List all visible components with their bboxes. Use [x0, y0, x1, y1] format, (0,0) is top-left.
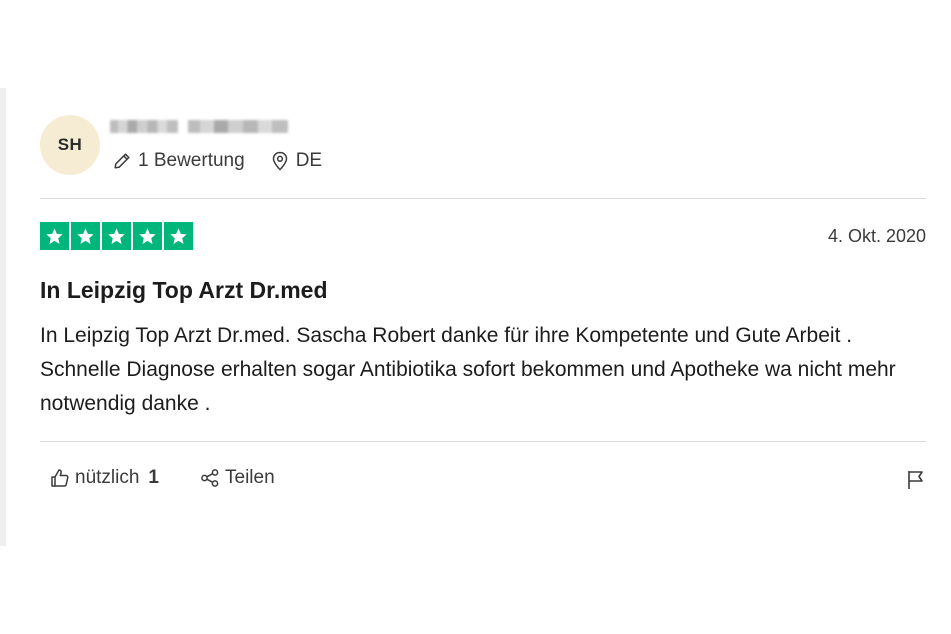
- star-box: [71, 222, 100, 250]
- review-body-line: Schnelle Diagnose erhalten sogar Antibio…: [40, 358, 896, 415]
- star-box: [102, 222, 131, 250]
- left-border: [0, 88, 6, 546]
- star-box: [164, 222, 193, 250]
- pencil-icon: [114, 153, 130, 169]
- rating-row: 4. Okt. 2020: [40, 199, 926, 275]
- useful-label: nützlich: [75, 467, 140, 488]
- share-button[interactable]: Teilen: [200, 467, 275, 489]
- flag-icon: [908, 471, 923, 489]
- review-card: SH 1 Bewertung DE 4. Okt. 2020 In Leipzi…: [40, 100, 926, 514]
- review-actions: nützlich 1 Teilen: [40, 442, 926, 514]
- reviewer-name-redacted[interactable]: [110, 120, 288, 133]
- thumbs-up-icon: [51, 469, 69, 487]
- review-body: In Leipzig Top Arzt Dr.med. Sascha Rober…: [40, 319, 926, 441]
- useful-button[interactable]: nützlich 1: [50, 467, 159, 489]
- useful-count: 1: [148, 467, 159, 488]
- star-icon: [170, 227, 187, 244]
- report-button[interactable]: [906, 469, 926, 496]
- share-icon: [201, 469, 219, 487]
- star-rating: [40, 222, 193, 250]
- redacted-first-name: [110, 120, 178, 133]
- review-body-line: In Leipzig Top Arzt Dr.med. Sascha Rober…: [40, 324, 853, 347]
- share-label: Teilen: [225, 467, 275, 488]
- review-count: 1 Bewertung: [113, 150, 245, 172]
- star-box: [40, 222, 69, 250]
- location-pin-icon: [272, 151, 287, 171]
- reviewer-meta: 1 Bewertung DE: [113, 150, 348, 172]
- star-icon: [77, 227, 94, 244]
- review-count-label: 1 Bewertung: [138, 150, 245, 171]
- avatar[interactable]: SH: [40, 115, 100, 175]
- reviewer-header: SH 1 Bewertung DE: [40, 100, 926, 198]
- star-icon: [139, 227, 156, 244]
- star-box: [133, 222, 162, 250]
- country-label: DE: [295, 150, 323, 171]
- reviewer-location: DE: [271, 150, 322, 172]
- review-title[interactable]: In Leipzig Top Arzt Dr.med: [40, 275, 926, 305]
- redacted-last-name: [188, 120, 288, 133]
- star-icon: [46, 227, 63, 244]
- review-date: 4. Okt. 2020: [827, 226, 926, 246]
- star-icon: [108, 227, 125, 244]
